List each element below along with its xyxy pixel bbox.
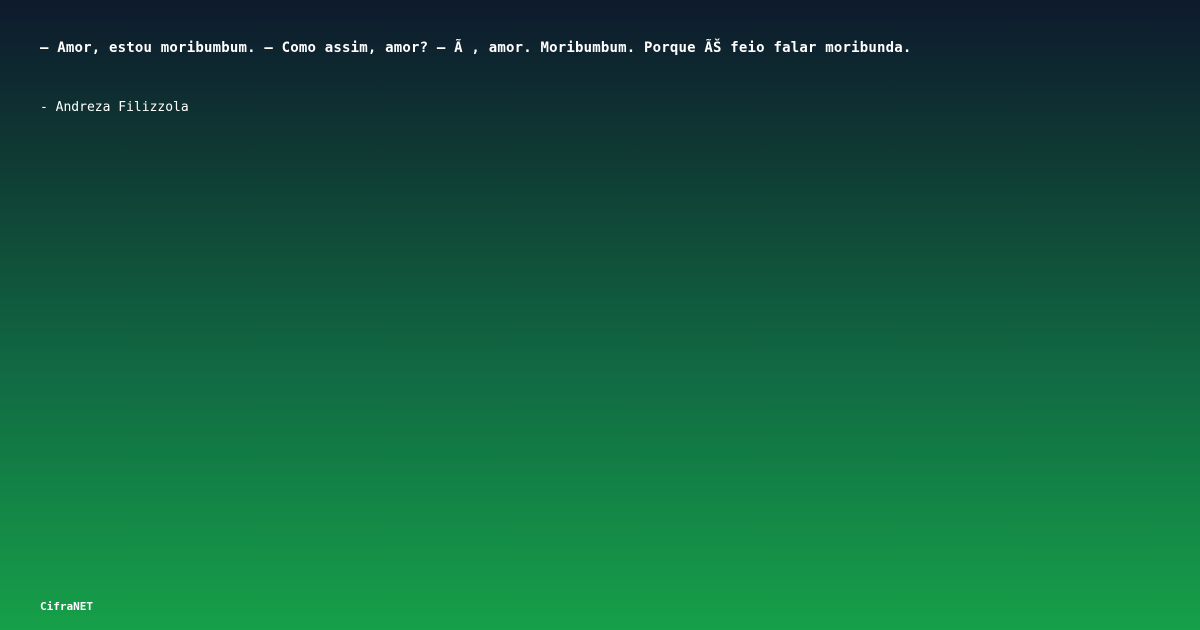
quote-card: – Amor, estou moribumbum. – Como assim, … bbox=[0, 0, 1200, 630]
quote-author: - Andreza Filizzola bbox=[40, 100, 189, 115]
brand-name: CifraNET bbox=[40, 600, 93, 613]
quote-text: – Amor, estou moribumbum. – Como assim, … bbox=[40, 40, 912, 56]
